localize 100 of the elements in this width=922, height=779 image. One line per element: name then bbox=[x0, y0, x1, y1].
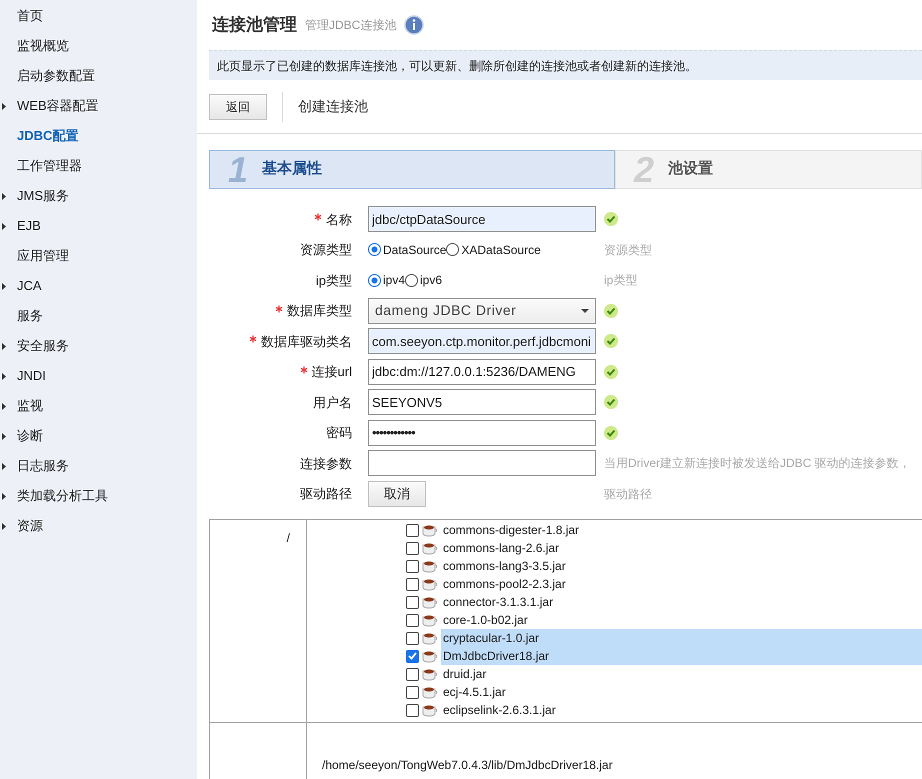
field-label: 用户名 bbox=[313, 394, 352, 412]
field-hint: 资源类型 bbox=[604, 242, 652, 259]
radio-label: XADataSource bbox=[461, 242, 541, 259]
field-label: 连接参数 bbox=[300, 454, 352, 472]
checkbox[interactable] bbox=[406, 650, 419, 662]
text-field[interactable]: SEEYONV5 bbox=[368, 389, 596, 416]
sidebar-item[interactable]: 监视 bbox=[17, 396, 43, 416]
sidebar-item[interactable]: 启动参数配置 bbox=[17, 66, 95, 86]
sidebar-item[interactable]: 工作管理器 bbox=[17, 156, 82, 176]
coffee-cup-icon bbox=[422, 649, 438, 663]
coffee-cup-icon bbox=[422, 685, 438, 699]
file-item[interactable]: druid.jar bbox=[441, 665, 922, 683]
radio-label: ipv6 bbox=[420, 272, 442, 290]
sidebar-item[interactable]: WEB容器配置 bbox=[17, 96, 99, 116]
select-dropdown[interactable]: dameng JDBC Driver bbox=[368, 298, 596, 324]
sidebar-item[interactable]: 监视概览 bbox=[17, 36, 69, 56]
checkbox[interactable] bbox=[406, 668, 419, 680]
expand-arrow-icon[interactable] bbox=[2, 433, 6, 440]
sidebar-item[interactable]: 资源 bbox=[17, 516, 43, 536]
checkbox[interactable] bbox=[406, 632, 419, 644]
field-label: 密码 bbox=[326, 424, 352, 442]
selected-path: /home/seeyon/TongWeb7.0.4.3/lib/DmJdbcDriver18.jar bbox=[322, 757, 613, 774]
coffee-cup-icon bbox=[422, 541, 438, 555]
step-label: 池设置 bbox=[668, 159, 714, 180]
file-item[interactable]: DmJdbcDriver18.jar bbox=[441, 647, 922, 665]
expand-arrow-icon[interactable] bbox=[2, 103, 6, 110]
text-field[interactable]: com.seeyon.ctp.monitor.perf.jdbcmoni bbox=[368, 328, 596, 354]
expand-arrow-icon[interactable] bbox=[2, 283, 6, 290]
expand-arrow-icon[interactable] bbox=[2, 493, 6, 500]
sidebar-item[interactable]: 首页 bbox=[17, 6, 43, 26]
coffee-cup-icon bbox=[422, 559, 438, 573]
checkbox[interactable] bbox=[406, 686, 419, 698]
radio-button[interactable] bbox=[405, 274, 418, 287]
back-button[interactable]: 返回 bbox=[209, 94, 267, 120]
field-hint: ip类型 bbox=[604, 272, 638, 290]
field-label: ip类型 bbox=[316, 272, 352, 290]
file-item[interactable]: core-1.0-b02.jar bbox=[441, 611, 922, 629]
sidebar-item[interactable]: EJB bbox=[17, 216, 41, 236]
info-icon[interactable] bbox=[404, 15, 424, 35]
checkbox[interactable] bbox=[406, 542, 419, 554]
field-label: 数据库驱动类名 bbox=[261, 332, 352, 350]
expand-arrow-icon[interactable] bbox=[2, 193, 6, 200]
sidebar-item[interactable]: 安全服务 bbox=[17, 336, 69, 356]
sidebar-item[interactable]: 服务 bbox=[17, 306, 43, 326]
sidebar-item[interactable]: JCA bbox=[17, 276, 42, 296]
toolbar-title: 创建连接池 bbox=[298, 97, 368, 116]
sidebar-item[interactable]: 应用管理 bbox=[17, 246, 69, 266]
file-item[interactable]: commons-pool2-2.3.jar bbox=[441, 575, 922, 593]
field-label: 资源类型 bbox=[300, 241, 352, 259]
expand-arrow-icon[interactable] bbox=[2, 523, 6, 530]
file-item[interactable]: ecj-4.5.1.jar bbox=[441, 683, 922, 701]
step-tab[interactable]: 1 基本属性 bbox=[209, 150, 615, 189]
coffee-cup-icon bbox=[422, 613, 438, 627]
file-item[interactable]: eclipselink-2.6.3.1.jar bbox=[441, 701, 922, 719]
radio-label: ipv4 bbox=[383, 272, 406, 290]
radio-button[interactable] bbox=[368, 274, 381, 287]
expand-arrow-icon[interactable] bbox=[2, 223, 6, 230]
folder-path: / bbox=[286, 531, 290, 545]
checkbox[interactable] bbox=[406, 524, 419, 536]
sidebar-item[interactable]: JDBC配置 bbox=[17, 126, 78, 146]
checkbox[interactable] bbox=[406, 614, 419, 626]
coffee-cup-icon bbox=[422, 667, 438, 681]
file-item[interactable]: commons-digester-1.8.jar bbox=[441, 521, 922, 539]
expand-arrow-icon[interactable] bbox=[2, 373, 6, 380]
step-label: 基本属性 bbox=[262, 159, 322, 180]
file-item[interactable]: commons-lang3-3.5.jar bbox=[441, 557, 922, 575]
checkbox[interactable] bbox=[406, 578, 419, 590]
text-field[interactable] bbox=[368, 450, 596, 476]
page-title: 连接池管理 bbox=[212, 14, 297, 36]
text-field[interactable]: jdbc/ctpDataSource bbox=[368, 206, 596, 232]
coffee-cup-icon bbox=[422, 703, 438, 717]
sidebar-item[interactable]: JNDI bbox=[17, 366, 46, 386]
text-field[interactable]: •••••••••••• bbox=[368, 420, 596, 446]
file-item[interactable]: commons-lang-2.6.jar bbox=[441, 539, 922, 557]
file-item[interactable]: connector-3.1.3.1.jar bbox=[441, 593, 922, 611]
page-subtitle: 管理JDBC连接池 bbox=[305, 17, 396, 34]
checkbox[interactable] bbox=[406, 560, 419, 572]
file-item[interactable]: cryptacular-1.0.jar bbox=[441, 629, 922, 647]
caret-icon bbox=[581, 308, 589, 313]
text-field[interactable]: jdbc:dm://127.0.0.1:5236/DAMENG bbox=[368, 358, 596, 385]
checkbox[interactable] bbox=[406, 704, 419, 716]
info-text: 此页显示了已创建的数据库连接池，可以更新、删除所创建的连接池或者创建新的连接池。 bbox=[217, 58, 697, 74]
field-label: 连接url bbox=[312, 363, 352, 381]
sidebar-item[interactable]: JMS服务 bbox=[17, 186, 69, 206]
field-hint: 驱动路径 bbox=[604, 486, 652, 503]
sidebar-item[interactable]: 日志服务 bbox=[17, 456, 69, 476]
sidebar-item[interactable]: 类加载分析工具 bbox=[17, 486, 108, 506]
cancel-button[interactable]: 取消 bbox=[368, 480, 426, 507]
radio-button[interactable] bbox=[368, 243, 381, 256]
field-hint: 当用Driver建立新连接时被发送给JDBC 驱动的连接参数， bbox=[604, 455, 911, 472]
coffee-cup-icon bbox=[422, 631, 438, 645]
coffee-cup-icon bbox=[422, 577, 438, 591]
radio-button[interactable] bbox=[446, 243, 460, 256]
expand-arrow-icon[interactable] bbox=[2, 463, 6, 470]
expand-arrow-icon[interactable] bbox=[2, 403, 6, 410]
field-label: 驱动路径 bbox=[300, 485, 352, 503]
sidebar-item[interactable]: 诊断 bbox=[17, 426, 43, 446]
expand-arrow-icon[interactable] bbox=[2, 343, 6, 350]
checkbox[interactable] bbox=[406, 596, 419, 608]
coffee-cup-icon bbox=[422, 595, 438, 609]
